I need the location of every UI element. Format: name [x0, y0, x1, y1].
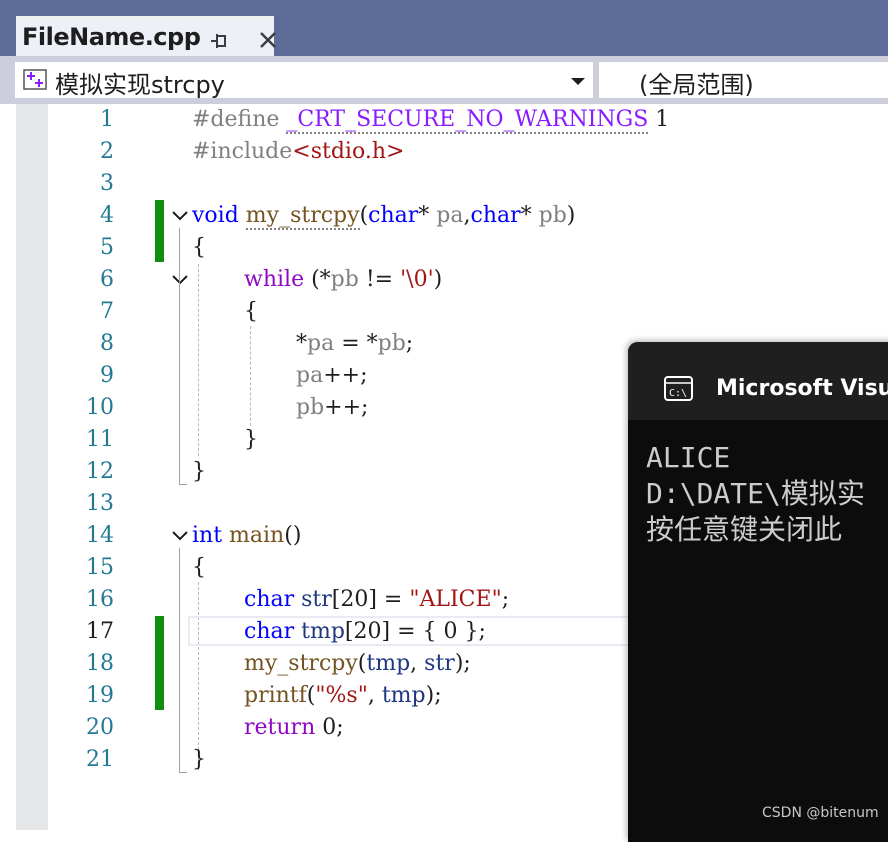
- code-line-7[interactable]: {: [244, 296, 258, 328]
- indent-guide: [198, 582, 199, 770]
- line-number: 2: [100, 139, 114, 164]
- scope-dropdown[interactable]: 模拟实现strcpy: [14, 61, 594, 99]
- line-number: 8: [100, 331, 114, 356]
- line-number: 6: [100, 267, 114, 292]
- global-scope-dropdown[interactable]: (全局范围): [598, 61, 888, 99]
- code-line-17[interactable]: char tmp[20] = { 0 };: [244, 616, 486, 648]
- console-window[interactable]: C:\ Microsoft Visua ALICE D:\DATE\模拟实 按任…: [628, 342, 888, 842]
- code-line-16[interactable]: char str[20] = "ALICE";: [244, 584, 509, 616]
- global-scope-label: (全局范围): [639, 71, 754, 99]
- console-output-line: ALICE: [646, 441, 731, 474]
- close-icon[interactable]: [256, 28, 280, 52]
- code-line-6[interactable]: while (*pb != '\0'): [244, 264, 442, 296]
- tab-title: FileName.cpp: [22, 23, 201, 51]
- scope-label: 模拟实现strcpy: [55, 71, 225, 99]
- code-line-20[interactable]: return 0;: [244, 712, 344, 744]
- document-tab-strip: FileName.cpp: [0, 0, 888, 56]
- indent-guide: [250, 326, 251, 426]
- line-number: 14: [86, 523, 114, 548]
- fold-bracket: [179, 548, 180, 772]
- console-output-line: D:\DATE\模拟实: [646, 477, 865, 510]
- line-number: 13: [86, 491, 114, 516]
- line-number: 3: [100, 171, 114, 196]
- collapse-chevron-icon[interactable]: [171, 273, 189, 287]
- change-indicator: [155, 616, 164, 710]
- line-number: 19: [86, 683, 114, 708]
- code-line-15[interactable]: {: [192, 552, 206, 584]
- code-line-10[interactable]: pb++;: [296, 392, 368, 424]
- line-number: 16: [86, 587, 114, 612]
- console-title: Microsoft Visua: [716, 376, 888, 401]
- line-number: 11: [86, 427, 114, 452]
- line-number: 10: [86, 395, 114, 420]
- code-line-14[interactable]: int main(): [192, 520, 301, 552]
- line-number: 20: [86, 715, 114, 740]
- console-output-line: 按任意键关闭此: [646, 513, 843, 546]
- line-number: 18: [86, 651, 114, 676]
- line-number: 7: [100, 299, 114, 324]
- svg-text:C:\: C:\: [669, 388, 687, 399]
- line-number: 21: [86, 747, 114, 772]
- pin-icon[interactable]: [208, 30, 230, 52]
- collapse-chevron-icon[interactable]: [171, 529, 189, 543]
- console-titlebar[interactable]: C:\ Microsoft Visua: [628, 342, 888, 420]
- tab-filename-cpp[interactable]: FileName.cpp: [16, 16, 276, 56]
- watermark: CSDN @bitenum: [762, 805, 879, 821]
- code-line-9[interactable]: pa++;: [296, 360, 367, 392]
- line-number: 12: [86, 459, 114, 484]
- code-line-19[interactable]: printf("%s", tmp);: [244, 680, 442, 712]
- code-line-5[interactable]: {: [192, 232, 206, 264]
- code-line-8[interactable]: *pa = *pb;: [296, 328, 413, 360]
- line-number: 1: [100, 107, 114, 132]
- project-scope-icon: [23, 69, 47, 90]
- fold-bracket: [179, 228, 180, 484]
- line-number: 5: [100, 235, 114, 260]
- indent-guide: [198, 264, 199, 456]
- code-line-12[interactable]: }: [192, 456, 206, 488]
- code-line-1[interactable]: #define _CRT_SECURE_NO_WARNINGS 1: [192, 104, 669, 136]
- code-line-21[interactable]: }: [192, 744, 206, 776]
- line-number: 9: [100, 363, 114, 388]
- line-number-current: 17: [86, 619, 114, 644]
- chevron-down-icon[interactable]: [571, 78, 585, 85]
- collapse-chevron-icon[interactable]: [171, 209, 189, 223]
- code-line-4[interactable]: void my_strcpy(char* pa,char* pb): [192, 200, 575, 232]
- code-line-18[interactable]: my_strcpy(tmp, str);: [244, 648, 471, 680]
- selection-margin: [16, 104, 48, 830]
- code-line-2[interactable]: #include<stdio.h>: [192, 136, 404, 168]
- line-number: 15: [86, 555, 114, 580]
- code-line-11[interactable]: }: [244, 424, 258, 456]
- fold-bracket: [179, 484, 187, 485]
- terminal-icon: C:\: [664, 376, 693, 401]
- navigation-bar: 模拟实现strcpy (全局范围): [0, 56, 888, 104]
- change-indicator: [155, 200, 164, 262]
- fold-bracket: [179, 772, 187, 773]
- line-number: 4: [100, 203, 114, 228]
